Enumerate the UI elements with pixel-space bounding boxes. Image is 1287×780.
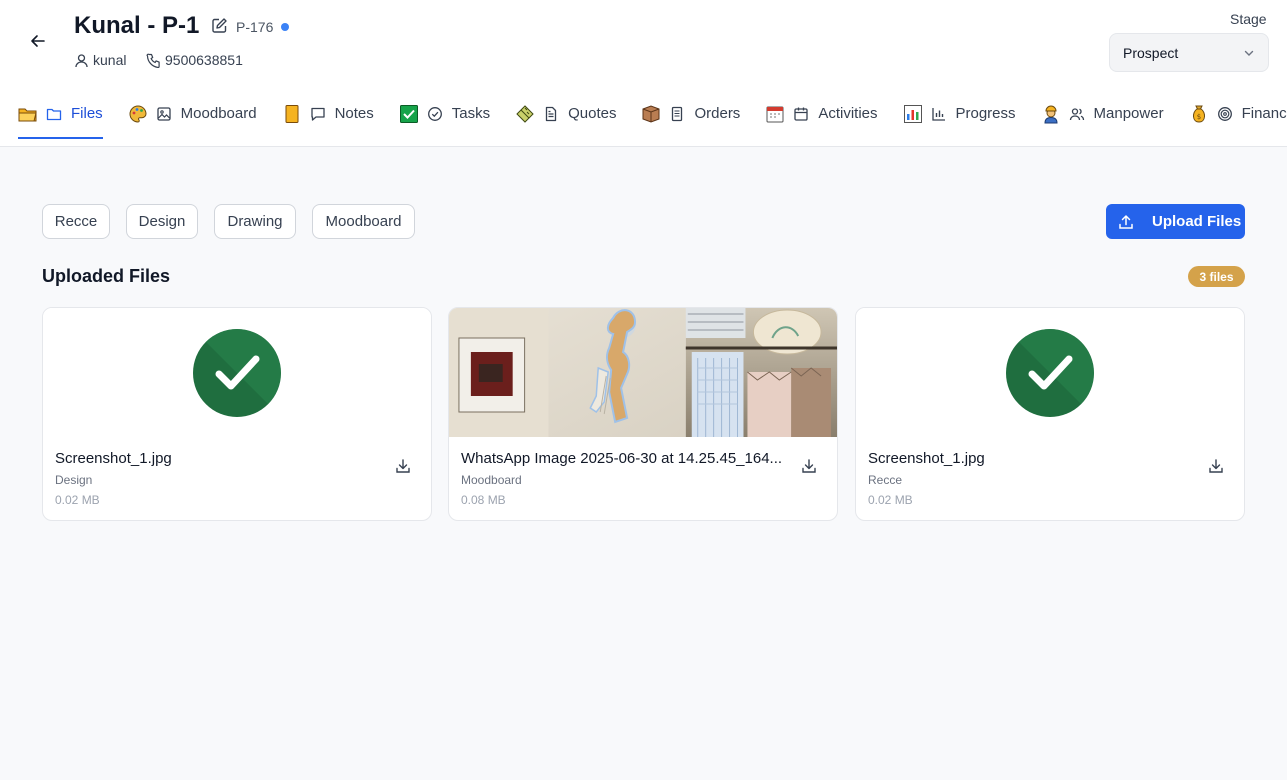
tab-bar: Files Moodboard Notes Tasks Quotes Order… [18, 100, 1287, 140]
calendar-icon [793, 106, 809, 122]
download-icon[interactable] [1208, 458, 1226, 476]
user-name: kunal [93, 52, 127, 68]
users-icon [1069, 106, 1085, 122]
file-card[interactable]: WhatsApp Image 2025-06-30 at 14.25.45_16… [448, 307, 838, 521]
folder-icon [46, 106, 62, 122]
file-size: 0.02 MB [55, 493, 100, 507]
tab-label: Finances [1241, 105, 1287, 122]
document-icon [543, 106, 559, 122]
file-card[interactable]: Screenshot_1.jpg Design 0.02 MB [42, 307, 432, 521]
checkbox-emoji-icon [399, 104, 419, 124]
project-code: P-176 [236, 19, 274, 35]
file-thumbnail[interactable] [449, 308, 837, 437]
tab-files[interactable]: Files [18, 100, 103, 139]
meta-user: kunal [74, 52, 126, 68]
file-category: Design [55, 473, 93, 487]
filter-drawing[interactable]: Drawing [214, 204, 296, 239]
stage-select[interactable]: Prospect [1109, 33, 1269, 72]
upload-label: Upload Files [1152, 213, 1242, 230]
tab-label: Moodboard [180, 105, 257, 122]
upload-files-button[interactable]: Upload Files [1106, 204, 1245, 239]
folder-emoji-icon [18, 104, 38, 124]
chevron-down-icon [1244, 50, 1254, 56]
tab-moodboard[interactable]: Moodboard [128, 100, 257, 127]
file-name: WhatsApp Image 2025-06-30 at 14.25.45_16… [461, 450, 783, 467]
section-title: Uploaded Files [42, 266, 171, 286]
file-thumbnail[interactable] [43, 308, 431, 437]
file-category: Recce [868, 473, 903, 487]
check-badge-icon [1006, 328, 1094, 417]
file-size: 0.02 MB [868, 493, 913, 507]
tab-finances[interactable]: $ Finances [1189, 100, 1287, 127]
svg-text:$: $ [1196, 113, 1200, 121]
store-photo-image [449, 308, 837, 437]
back-arrow-icon[interactable] [26, 30, 50, 52]
filter-moodboard[interactable]: Moodboard [312, 204, 415, 239]
meta-phone: 9500638851 [146, 52, 243, 68]
image-icon [156, 106, 172, 122]
tab-notes[interactable]: Notes [282, 100, 374, 127]
tab-progress[interactable]: Progress [903, 100, 1016, 127]
filter-design[interactable]: Design [126, 204, 198, 239]
tab-label: Manpower [1093, 105, 1164, 122]
page-title: Kunal - P-1 [74, 12, 200, 39]
file-card[interactable]: Screenshot_1.jpg Recce 0.02 MB [855, 307, 1245, 521]
bar-chart-icon [931, 106, 947, 122]
message-icon [310, 106, 326, 122]
file-thumbnail[interactable] [856, 308, 1244, 437]
tab-label: Tasks [451, 105, 491, 122]
notebook-emoji-icon [282, 104, 302, 124]
tab-label: Quotes [568, 105, 617, 122]
status-dot [281, 23, 289, 31]
file-size: 0.08 MB [461, 493, 506, 507]
download-icon[interactable] [395, 458, 413, 476]
tab-orders[interactable]: Orders [641, 100, 740, 127]
tab-label: Orders [694, 105, 741, 122]
tab-activities[interactable]: Activities [765, 100, 878, 127]
tab-manpower[interactable]: Manpower [1041, 100, 1164, 127]
tab-label: Activities [818, 105, 878, 122]
download-icon[interactable] [801, 458, 819, 476]
page-header: Kunal - P-1 P-176 kunal 9500638851 Stage… [0, 0, 1287, 147]
tab-label: Files [71, 105, 103, 122]
edit-icon[interactable] [211, 17, 229, 35]
palette-emoji-icon [128, 104, 148, 124]
worker-emoji-icon [1041, 104, 1061, 124]
chart-emoji-icon [903, 104, 923, 124]
phone-number: 9500638851 [165, 52, 243, 68]
file-name: Screenshot_1.jpg [55, 450, 172, 467]
tab-label: Progress [955, 105, 1016, 122]
target-icon [1217, 106, 1233, 122]
filter-recce[interactable]: Recce [42, 204, 110, 239]
upload-icon [1119, 214, 1133, 229]
receipt-icon [669, 106, 685, 122]
file-category: Moodboard [461, 473, 522, 487]
user-icon [75, 53, 88, 67]
calendar-emoji-icon [765, 104, 785, 124]
phone-icon [146, 53, 160, 68]
stage-label: Stage [1230, 11, 1267, 27]
stage-value: Prospect [1123, 44, 1179, 61]
tab-label: Notes [334, 105, 374, 122]
moneybag-emoji-icon: $ [1189, 104, 1209, 124]
tab-quotes[interactable]: Quotes [515, 100, 616, 127]
ruler-emoji-icon [515, 104, 535, 124]
files-count-badge: 3 files [1188, 266, 1245, 287]
check-badge-icon [193, 328, 281, 417]
file-name: Screenshot_1.jpg [868, 450, 985, 467]
package-emoji-icon [641, 104, 661, 124]
check-circle-icon [427, 106, 443, 122]
tab-tasks[interactable]: Tasks [399, 100, 490, 127]
